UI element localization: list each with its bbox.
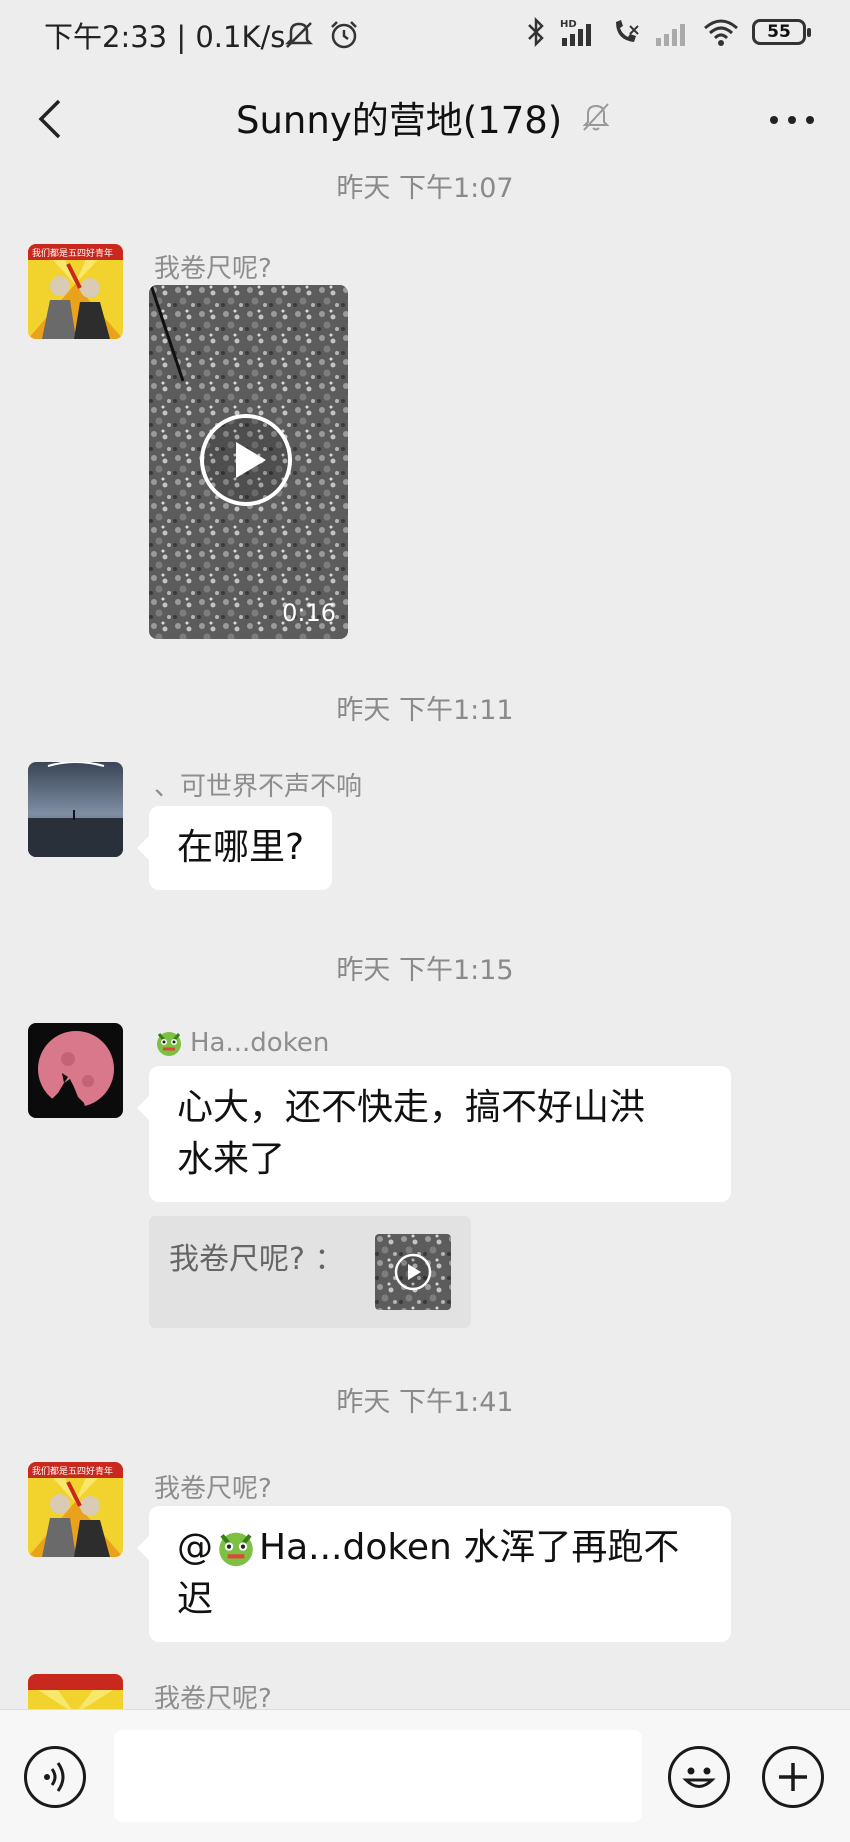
avatar-night-sky-image [28,762,123,857]
message-bubble[interactable]: 在哪里? [136,806,333,890]
avatar[interactable] [28,1674,123,1709]
chat-title-wrap[interactable]: Sunny的营地(178) [236,90,612,144]
video-duration: 0:16 [282,599,336,627]
ellipsis-icon [770,116,814,124]
dragon-emoji-icon [157,1032,181,1056]
message-input[interactable] [114,1730,642,1822]
message-text-line: 水来了 [177,1139,286,1180]
back-button[interactable] [26,92,72,146]
mention-name: Ha...doken [259,1527,452,1568]
bluetooth-icon [528,16,544,48]
chat-input-bar [0,1709,850,1842]
alarm-icon [331,21,357,49]
mention-at: @ [177,1527,213,1568]
message-timestamp: 昨天 下午1:07 [336,173,514,204]
chat-title: Sunny的营地(178) [236,99,563,142]
voice-icon [44,1762,65,1792]
play-icon[interactable] [199,413,293,507]
battery-level: 55 [767,22,791,42]
sender-name: 、可世界不声不响 [154,772,363,802]
sender-name-text: Ha...doken [190,1028,330,1058]
avatar[interactable] [28,762,123,857]
message-timestamp: 昨天 下午1:15 [336,955,514,986]
video-message[interactable]: 0:16 [149,285,348,639]
bell-off-icon [582,103,610,131]
avatar[interactable]: 我们都是五四好青年 [28,1462,123,1557]
message-text-line: @ Ha...doken 水浑了再跑不 [177,1522,703,1574]
battery-icon: 55 [752,19,811,45]
dragon-emoji-icon [219,1532,253,1567]
chevron-left-icon [38,99,61,139]
svg-text:我们都是五四好青年: 我们都是五四好青年 [32,1465,113,1477]
avatar-poster-image [28,1674,123,1709]
plus-icon [779,1763,807,1791]
chat-header: Sunny的营地(178) [0,66,850,172]
message-text: 在哪里? [177,827,305,868]
call-forward-icon [616,20,639,42]
status-icons: HD 55 [526,16,811,48]
status-bar: 下午2:33 | 0.1K/s HD 55 [0,0,850,66]
voice-button[interactable] [24,1746,86,1808]
more-button[interactable] [764,100,820,140]
svg-text:我们都是五四好青年: 我们都是五四好青年 [32,247,113,259]
message-bubble[interactable]: @ Ha...doken 水浑了再跑不 迟 [137,1506,731,1642]
svg-text:HD: HD [560,19,577,30]
message-timestamp: 昨天 下午1:41 [336,1387,514,1418]
mute-icon [284,22,314,48]
message-timestamp: 昨天 下午1:11 [336,695,514,726]
quoted-message-text: 我卷尺呢? ： [169,1242,345,1277]
message-text-line: 迟 [177,1579,214,1620]
quoted-video-thumbnail [375,1234,451,1310]
emoji-icon [682,1767,716,1788]
wifi-icon [704,19,738,46]
avatar-poster-image: 我们都是五四好青年 [28,1462,123,1557]
quoted-message[interactable]: 我卷尺呢? ： [149,1216,471,1328]
avatar-wolf-moon-image [28,1023,123,1118]
emoji-button[interactable] [668,1746,730,1808]
sender-name: 我卷尺呢? [154,1474,272,1504]
signal-icon [656,24,685,46]
avatar[interactable] [28,1023,123,1118]
status-time: 下午2:33 | 0.1K/s [44,20,286,54]
avatar[interactable]: 我们都是五四好青年 [28,244,123,339]
avatar-poster-image: 我们都是五四好青年 [28,244,123,339]
more-functions-button[interactable] [762,1746,824,1808]
message-text-line: 心大，还不快走，搞不好山洪 [177,1087,646,1128]
sender-name: 我卷尺呢? [154,254,272,284]
message-text: 水浑了再跑不 [451,1527,680,1568]
sender-name: Ha...doken [154,1028,329,1058]
hd-signal-icon: HD [560,19,591,46]
message-bubble[interactable]: 心大，还不快走，搞不好山洪 水来了 [137,1066,731,1202]
